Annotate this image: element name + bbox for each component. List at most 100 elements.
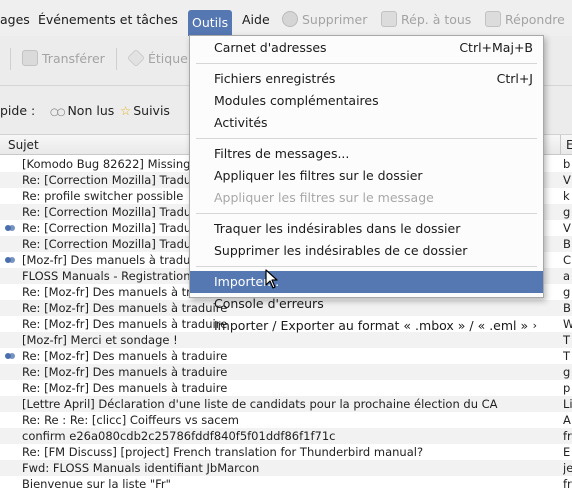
star-icon: ☆ [120, 103, 132, 118]
row-subject: Re: Re : Re: [clicc] Coiffeurs vs sacem [22, 413, 239, 427]
reply-label: Répondre [505, 12, 565, 27]
row-correspondent: g [563, 205, 571, 219]
row-subject: Re: [Moz-fr] Des manuels à traduire [22, 349, 228, 363]
menu-item[interactable]: Fichiers enregistrés Ctrl+J [190, 68, 543, 90]
row-correspondent: je [563, 461, 572, 475]
row-correspondent: T [563, 349, 571, 363]
forward-icon [22, 50, 38, 66]
row-correspondent: B [563, 237, 571, 251]
row-correspondent: V [563, 221, 571, 235]
row-correspondent: b [563, 157, 571, 171]
reply-all-icon [381, 11, 397, 27]
menu-item-shortcut: Ctrl+J [496, 71, 533, 86]
unread-filter-button[interactable]: ○○ Non lus [50, 103, 114, 118]
row-correspondent: A [563, 413, 571, 427]
column-divider[interactable] [560, 135, 561, 155]
row-correspondent: E [563, 445, 571, 459]
menu-events-tasks[interactable]: Événements et tâches [38, 0, 178, 36]
row-correspondent: g [563, 365, 571, 379]
menu-item-label: Modules complémentaires [214, 93, 379, 108]
row-subject: Bienvenue sur la liste "Fr" [22, 477, 171, 491]
menu-item[interactable]: Filtres de messages... [190, 143, 543, 165]
menu-item-label: Fichiers enregistrés [214, 71, 336, 86]
reply-all-label: Rép. à tous [401, 12, 472, 27]
row-correspondent: Li [563, 397, 572, 411]
menu-item[interactable]: Appliquer les filtres sur le message [190, 187, 543, 209]
submenu-arrow-icon: › [532, 319, 537, 332]
row-correspondent: V [563, 173, 571, 187]
table-row[interactable]: Re: [Moz-fr] Des manuels à traduire p [0, 380, 572, 396]
starred-filter-button[interactable]: ☆ Suivis [120, 103, 170, 118]
column-header-subject[interactable]: Sujet [8, 138, 39, 152]
row-correspondent: p [563, 381, 571, 395]
menu-item-label: Importer / Exporter au format « .mbox » … [214, 318, 529, 333]
thread-icon [4, 350, 16, 362]
menu-item[interactable]: Traquer les indésirables dans le dossier [190, 218, 543, 240]
table-row[interactable]: Fwd: FLOSS Manuals identifiant JbMarcon j… [0, 460, 572, 476]
menu-item-label: Traquer les indésirables dans le dossier [214, 221, 461, 236]
toolbar-separator [116, 48, 117, 70]
row-correspondent: B [563, 301, 571, 315]
quick-filter-label: pide : [0, 103, 36, 118]
menu-item[interactable]: Carnet d'adresses Ctrl+Maj+B [190, 37, 543, 59]
thread-icon [4, 222, 16, 234]
delete-label: Supprimer [302, 12, 368, 27]
table-row[interactable]: Re: Re : Re: [clicc] Coiffeurs vs sacem A [0, 412, 572, 428]
menu-item[interactable]: Supprimer les indésirables de ce dossier [190, 240, 543, 262]
column-header-extra[interactable]: E [566, 138, 572, 152]
tag-button[interactable]: Étique [126, 45, 188, 73]
menu-item[interactable]: Console d'erreurs [190, 293, 543, 315]
menu-item[interactable]: Appliquer les filtres sur le dossier [190, 165, 543, 187]
row-correspondent: T [563, 333, 571, 347]
table-row[interactable]: Re: [FM Discuss] [project] French transl… [0, 444, 572, 460]
starred-filter-label: Suivis [133, 103, 170, 118]
row-subject: [Lettre April] Déclaration d'une liste d… [22, 397, 498, 411]
menu-item[interactable]: Modules complémentaires [190, 90, 543, 112]
menu-separator [196, 213, 537, 214]
reply-icon [485, 11, 501, 27]
menu-help[interactable]: Aide [242, 0, 270, 36]
forward-button[interactable]: Transférer [22, 45, 105, 73]
table-row[interactable]: confirm e26a080cdb2c25786fddf840f5f01ddf… [0, 428, 572, 444]
menubar: ages Événements et tâches Outils Aide Su… [0, 0, 572, 36]
tools-menu: Carnet d'adresses Ctrl+Maj+B Fichiers enre… [189, 35, 544, 333]
menu-item-label: Appliquer les filtres sur le dossier [214, 168, 423, 183]
glasses-icon: ○○ [50, 107, 66, 118]
reply-all-button[interactable]: Rép. à tous [381, 0, 471, 36]
row-correspondent: fr [563, 429, 572, 443]
thread-icon [4, 254, 16, 266]
menu-item-label: Appliquer les filtres sur le message [214, 190, 434, 205]
row-subject: Fwd: FLOSS Manuals identifiant JbMarcon [22, 461, 260, 475]
menu-tools[interactable]: Outils [188, 10, 233, 36]
row-correspondent: g [563, 285, 571, 299]
menu-item[interactable]: Importer / Exporter au format « .mbox » … [190, 315, 543, 337]
menu-item-label: Supprimer les indésirables de ce dossier [214, 243, 468, 258]
menu-item-shortcut: Ctrl+Maj+B [459, 40, 533, 55]
table-row[interactable]: Re: [Moz-fr] Des manuels à traduire g [0, 364, 572, 380]
table-row[interactable]: Bienvenue sur la liste "Fr" fr [0, 476, 572, 492]
row-subject: Re: [Moz-fr] Des manuels à traduire [22, 381, 228, 395]
row-correspondent: W [563, 317, 572, 331]
menu-messages[interactable]: ages [0, 0, 30, 36]
table-row[interactable]: [Lettre April] Déclaration d'une liste d… [0, 396, 572, 412]
menu-item-label: Console d'erreurs [214, 296, 324, 311]
menu-item-label: Filtres de messages... [214, 146, 350, 161]
menu-item[interactable]: Activités [190, 112, 543, 134]
row-subject: confirm e26a080cdb2c25786fddf840f5f01ddf… [22, 429, 336, 443]
menu-item-label: Activités [214, 115, 268, 130]
reply-button[interactable]: Répondre [485, 0, 565, 36]
table-row[interactable]: Re: [Moz-fr] Des manuels à traduire T [0, 348, 572, 364]
row-subject: Re: [FM Discuss] [project] French transl… [22, 445, 424, 459]
toolbar-separator [10, 48, 11, 70]
delete-icon [282, 11, 298, 27]
row-correspondent: fr [563, 477, 572, 491]
menu-separator [196, 138, 537, 139]
row-correspondent: C [563, 253, 572, 267]
tag-label: Étique [148, 51, 188, 66]
row-correspondent: k [563, 189, 570, 203]
mouse-cursor-icon [265, 269, 278, 289]
menu-item[interactable]: Importer... [190, 271, 543, 293]
tag-icon [126, 48, 146, 68]
row-subject: Re: [Moz-fr] Des manuels à traduire [22, 365, 228, 379]
delete-button[interactable]: Supprimer [282, 0, 367, 36]
